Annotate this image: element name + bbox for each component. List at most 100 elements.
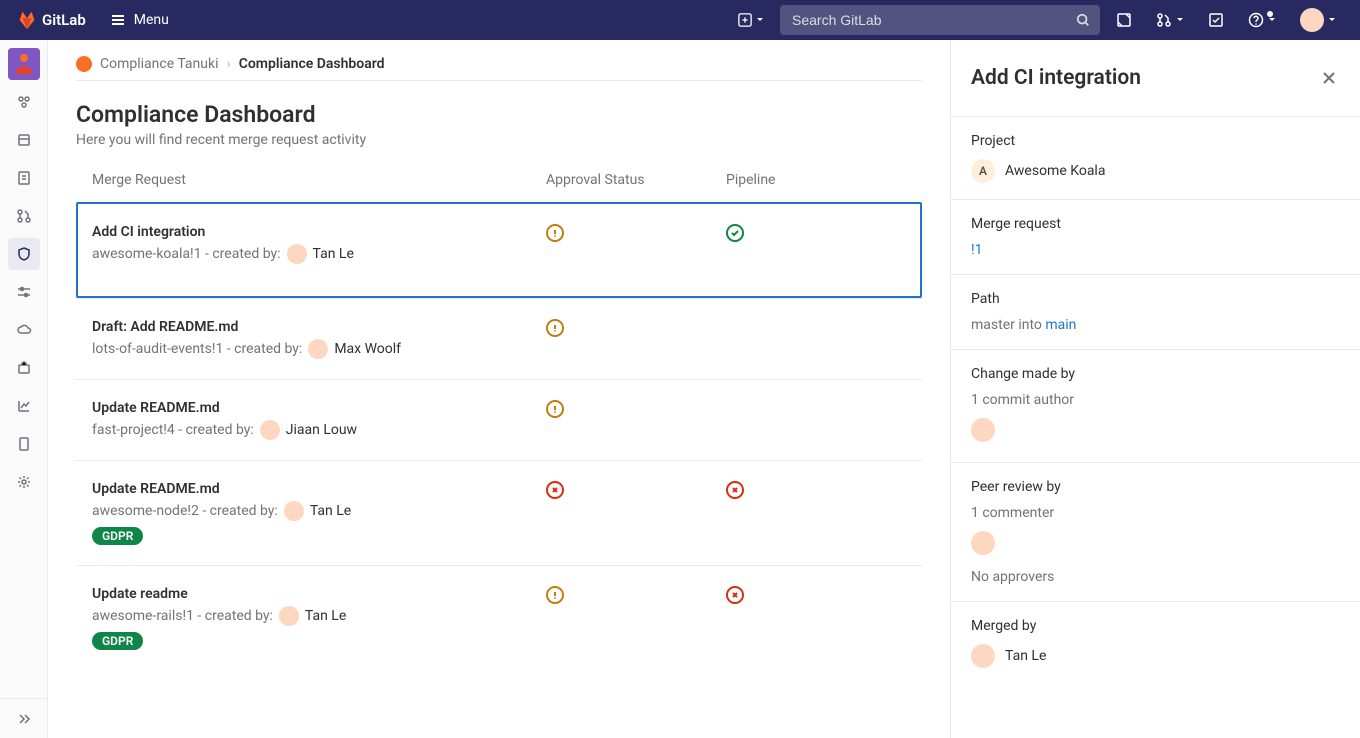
panel-label-mr: Merge request — [971, 216, 1340, 232]
framework-badge: GDPR — [92, 632, 143, 650]
panel-label-peer-review: Peer review by — [971, 479, 1340, 495]
gear-icon — [16, 474, 32, 490]
panel-path-row: master into main — [971, 317, 1340, 333]
mr-list: Add CI integrationawesome-koala!1 - crea… — [76, 202, 922, 670]
user-avatar — [1300, 8, 1324, 32]
chevrons-right-icon — [16, 711, 32, 727]
breadcrumb-group-link[interactable]: Compliance Tanuki — [100, 56, 219, 72]
new-button[interactable] — [730, 7, 772, 33]
merged-by-name: Tan Le — [1005, 648, 1046, 664]
table-row[interactable]: Update readme awesome-rails!1 - created b… — [76, 565, 922, 670]
sidebar-item-packages[interactable] — [8, 352, 40, 384]
path-to-link[interactable]: main — [1045, 317, 1076, 333]
mr-ref: awesome-node!2 - created by: — [92, 503, 278, 519]
mr-meta: awesome-rails!1 - created by:Tan Le — [92, 606, 546, 626]
menu-button[interactable]: Menu — [102, 6, 177, 34]
todos-button[interactable] — [1200, 6, 1232, 34]
cloud-icon — [16, 322, 32, 338]
mr-author: Tan Le — [310, 503, 351, 519]
mr-body: Update readme awesome-rails!1 - created b… — [92, 586, 546, 650]
col-approval-status: Approval Status — [546, 172, 726, 188]
mr-ref: lots-of-audit-events!1 - created by: — [92, 341, 302, 357]
sidebar-item-settings[interactable] — [8, 466, 40, 498]
table-header: Merge Request Approval Status Pipeline — [76, 172, 922, 202]
mr-body: Draft: Add README.mdlots-of-audit-events… — [92, 319, 546, 359]
issues-icon — [16, 170, 32, 186]
table-row[interactable]: Update README.md fast-project!4 - created… — [76, 379, 922, 460]
approval-status-cell — [546, 586, 726, 604]
hamburger-icon — [110, 12, 126, 28]
breadcrumb: Compliance Tanuki › Compliance Dashboard — [76, 56, 922, 72]
gitlab-icon — [16, 9, 38, 31]
sidebar-item-issues[interactable] — [8, 162, 40, 194]
shield-icon — [16, 246, 32, 262]
framework-badge: GDPR — [92, 527, 143, 545]
panel-project-row: A Awesome Koala — [971, 159, 1340, 183]
detail-panel: Add CI integration Project A Awesome Koa… — [950, 40, 1360, 738]
panel-section-project: Project A Awesome Koala — [951, 117, 1360, 200]
menu-label: Menu — [134, 12, 169, 28]
author-avatar — [287, 244, 307, 264]
user-menu[interactable] — [1292, 2, 1344, 38]
settings-slider-icon — [16, 284, 32, 300]
chevron-down-icon — [756, 16, 764, 24]
commit-author-avatar — [971, 418, 995, 442]
close-icon — [1322, 71, 1336, 85]
project-avatar: A — [971, 159, 995, 183]
merge-requests-button[interactable] — [1148, 6, 1192, 34]
search-input[interactable] — [790, 11, 1070, 29]
merged-by-row: Tan Le — [971, 644, 1340, 668]
mr-meta: awesome-node!2 - created by: Tan Le — [92, 501, 546, 521]
peer-summary: 1 commenter — [971, 505, 1340, 521]
issues-icon — [1116, 12, 1132, 28]
divider — [76, 80, 922, 81]
approval-status-cell — [546, 319, 726, 337]
help-icon — [1248, 12, 1264, 28]
path-from: master into — [971, 317, 1045, 333]
table-row[interactable]: Draft: Add README.mdlots-of-audit-events… — [76, 298, 922, 379]
help-button[interactable] — [1240, 6, 1284, 34]
mr-title: Update README.md — [92, 400, 546, 416]
logo[interactable]: GitLab — [16, 9, 86, 31]
pipeline-status-cell — [726, 586, 906, 604]
group-avatar[interactable] — [8, 48, 40, 80]
sidebar — [0, 40, 48, 738]
table-row[interactable]: Add CI integrationawesome-koala!1 - crea… — [76, 202, 922, 298]
panel-mr-link[interactable]: !1 — [971, 242, 982, 258]
panel-header: Add CI integration — [951, 40, 1360, 117]
sidebar-item-analytics[interactable] — [8, 390, 40, 422]
author-avatar — [308, 339, 328, 359]
sidebar-item-info[interactable] — [8, 86, 40, 118]
commenter-avatar — [971, 531, 995, 555]
sidebar-item-epics[interactable] — [8, 124, 40, 156]
panel-label-project: Project — [971, 133, 1340, 149]
breadcrumb-group-avatar — [76, 56, 92, 72]
close-button[interactable] — [1318, 67, 1340, 89]
status-warning-icon — [546, 400, 564, 418]
panel-section-change-by: Change made by 1 commit author — [951, 350, 1360, 463]
panel-title: Add CI integration — [971, 66, 1141, 90]
merge-request-icon — [1156, 12, 1172, 28]
chart-icon — [16, 398, 32, 414]
sidebar-item-ci[interactable] — [8, 276, 40, 308]
panel-section-mr: Merge request !1 — [951, 200, 1360, 275]
panel-label-path: Path — [971, 291, 1340, 307]
status-warning-icon — [546, 224, 564, 242]
breadcrumb-separator: › — [227, 56, 231, 72]
top-nav: GitLab Menu — [0, 0, 1360, 40]
sidebar-item-security[interactable] — [8, 238, 40, 270]
sidebar-item-merge-requests[interactable] — [8, 200, 40, 232]
sidebar-item-wiki[interactable] — [8, 428, 40, 460]
mr-title: Add CI integration — [92, 224, 546, 240]
search-box[interactable] — [780, 5, 1100, 35]
mr-meta: fast-project!4 - created by:Jiaan Louw — [92, 420, 546, 440]
mr-title: Update readme — [92, 586, 546, 602]
status-warning-icon — [546, 319, 564, 337]
change-by-summary: 1 commit author — [971, 392, 1340, 408]
table-row[interactable]: Update README.mdawesome-node!2 - created… — [76, 460, 922, 565]
sidebar-item-kubernetes[interactable] — [8, 314, 40, 346]
mr-body: Add CI integrationawesome-koala!1 - crea… — [92, 224, 546, 264]
sidebar-expand-button[interactable] — [0, 698, 47, 738]
status-failed-icon — [726, 481, 744, 499]
issues-button[interactable] — [1108, 6, 1140, 34]
